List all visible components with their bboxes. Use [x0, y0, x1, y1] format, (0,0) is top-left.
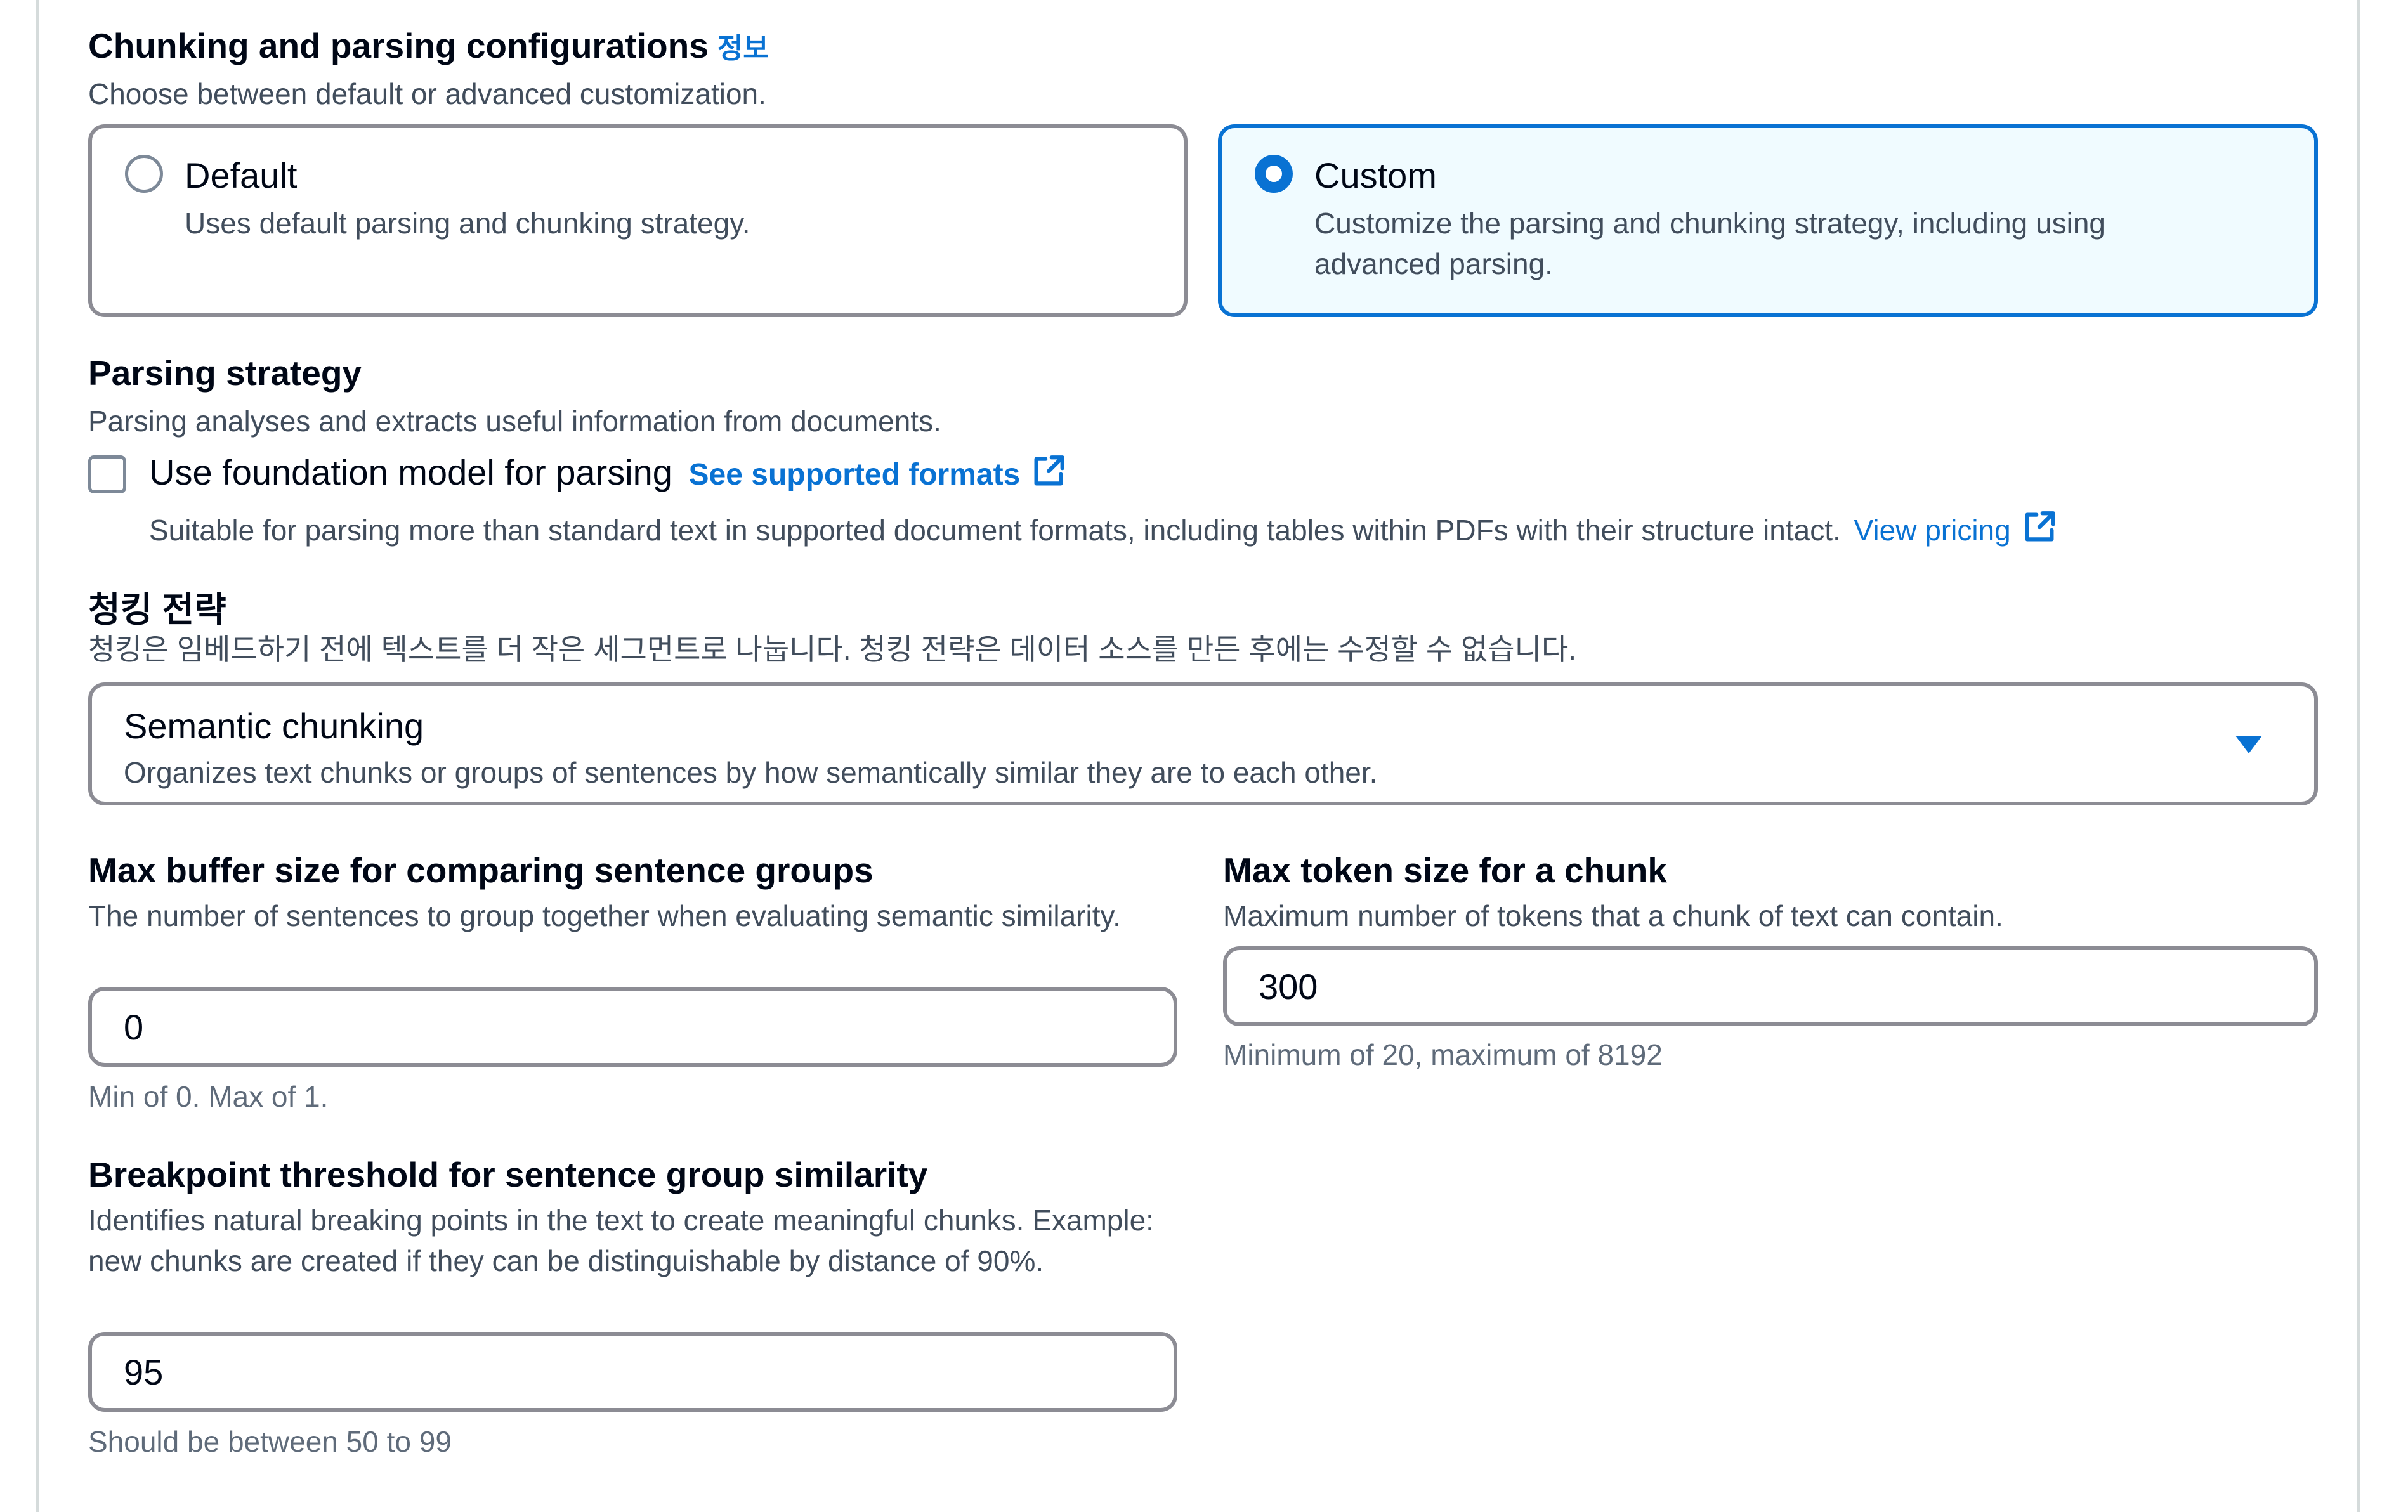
buffer-size-input[interactable] — [88, 987, 1177, 1067]
option-custom-description: Customize the parsing and chunking strat… — [1314, 207, 2105, 280]
option-custom-tile[interactable]: Custom Customize the parsing and chunkin… — [1218, 124, 2318, 317]
view-pricing-link[interactable]: View pricing — [1854, 511, 2058, 547]
option-default-tile[interactable]: Default Uses default parsing and chunkin… — [88, 124, 1188, 317]
chunking-section-title: Chunking and parsing configurations 정보 — [88, 25, 769, 66]
external-link-icon — [1030, 453, 1067, 497]
chunking-strategy-select[interactable]: Semantic chunking Organizes text chunks … — [88, 682, 2318, 805]
option-default-title: Default — [185, 155, 298, 195]
checkbox-label: Use foundation model for parsing — [149, 452, 672, 492]
radio-custom[interactable] — [1255, 155, 1293, 193]
chunking-title: Chunking and parsing configurations — [88, 26, 709, 65]
select-value-description: Organizes text chunks or groups of sente… — [124, 756, 1378, 789]
supported-formats-link[interactable]: See supported formats — [688, 455, 1068, 492]
checkbox-row: Use foundation model for parsing See sup… — [149, 452, 1067, 497]
caret-down-icon[interactable] — [2233, 732, 2265, 760]
buffer-title: Max buffer size for comparing sentence g… — [88, 850, 874, 890]
parsing-description: Parsing analyses and extracts useful inf… — [88, 405, 941, 438]
token-description: Maximum number of tokens that a chunk of… — [1223, 899, 2003, 932]
breakpoint-title: Breakpoint threshold for sentence group … — [88, 1155, 928, 1194]
radio-default[interactable] — [125, 155, 163, 193]
foundation-model-checkbox[interactable] — [88, 455, 126, 493]
option-default-description: Uses default parsing and chunking strate… — [185, 207, 750, 240]
strategy-description: 청킹은 임베드하기 전에 텍스트를 더 작은 세그먼트로 나눕니다. 청킹 전략… — [88, 633, 1577, 666]
breakpoint-description: Identifies natural breaking points in th… — [88, 1204, 1154, 1277]
supported-formats-link-text: See supported formats — [688, 458, 1021, 492]
suitable-text: Suitable for parsing more than standard … — [149, 514, 1841, 547]
token-title: Max token size for a chunk — [1223, 850, 1667, 890]
select-value: Semantic chunking — [124, 706, 424, 746]
strategy-title: 청킹 전략 — [88, 590, 226, 629]
breakpoint-threshold-input[interactable] — [88, 1332, 1177, 1412]
buffer-description: The number of sentences to group togethe… — [88, 899, 1121, 932]
info-link[interactable]: 정보 — [717, 33, 769, 64]
token-size-input[interactable] — [1223, 946, 2318, 1026]
option-custom-title: Custom — [1314, 155, 1437, 195]
token-hint: Minimum of 20, maximum of 8192 — [1223, 1038, 1663, 1071]
page: Chunking and parsing configurations 정보 Ch… — [0, 0, 2408, 1512]
breakpoint-hint: Should be between 50 to 99 — [88, 1425, 452, 1458]
external-link-icon — [2021, 509, 2058, 556]
chunking-description: Choose between default or advanced custo… — [88, 77, 766, 110]
buffer-hint: Min of 0. Max of 1. — [88, 1080, 329, 1113]
suitable-row: Suitable for parsing more than standard … — [149, 509, 2058, 556]
view-pricing-link-text: View pricing — [1854, 514, 2011, 547]
parsing-title: Parsing strategy — [88, 353, 362, 393]
